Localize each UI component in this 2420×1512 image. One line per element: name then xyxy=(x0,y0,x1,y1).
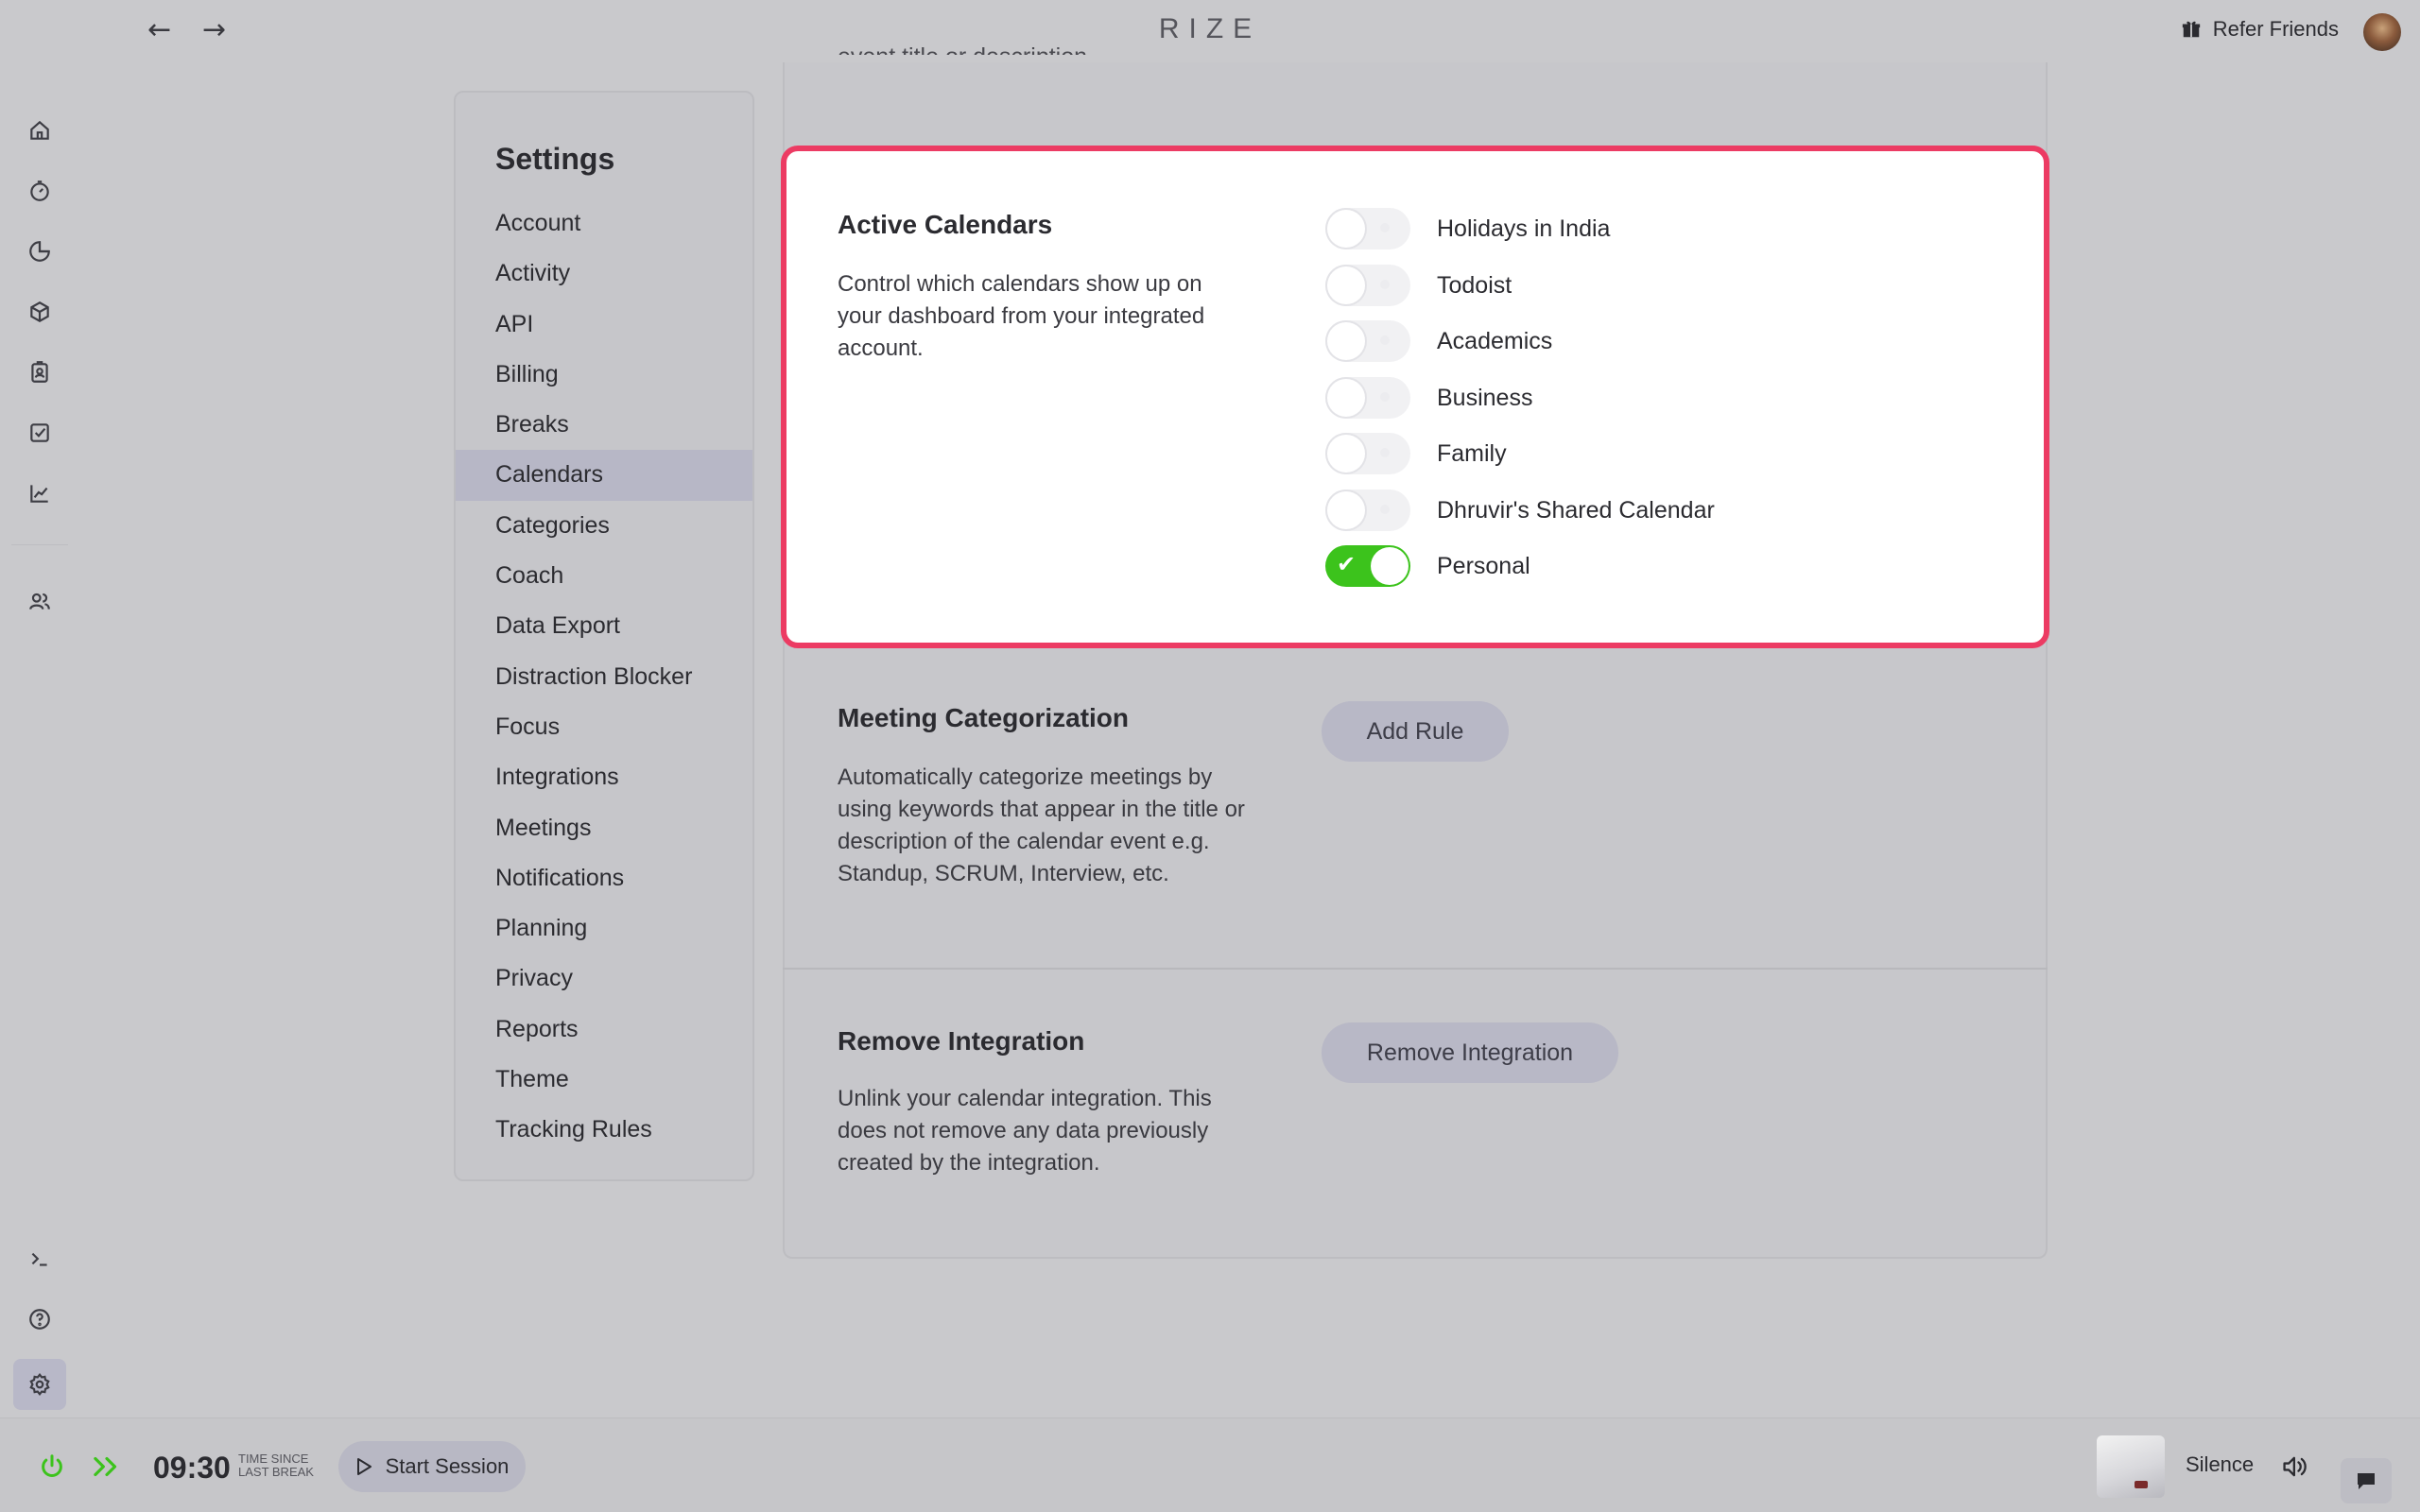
pie-chart-icon[interactable] xyxy=(21,232,59,270)
settings-item-theme[interactable]: Theme xyxy=(456,1055,752,1105)
calendar-row: Todoist xyxy=(1325,265,1512,306)
calendar-toggle-todoist[interactable] xyxy=(1325,265,1410,306)
add-rule-button[interactable]: Add Rule xyxy=(1322,701,1509,762)
home-icon[interactable] xyxy=(21,112,59,149)
break-timer: 09:30 xyxy=(153,1451,231,1485)
app-logo: RIZE xyxy=(1158,13,1262,44)
settings-title: Settings xyxy=(495,142,615,176)
settings-item-categories[interactable]: Categories xyxy=(456,501,752,551)
team-icon[interactable] xyxy=(21,582,59,620)
settings-item-distraction-blocker[interactable]: Distraction Blocker xyxy=(456,652,752,702)
refer-friends-label: Refer Friends xyxy=(2212,17,2339,41)
time-caption-line-2: LAST BREAK xyxy=(238,1465,314,1479)
sound-label: Silence xyxy=(2186,1452,2255,1476)
remove-integration-description: Unlink your calendar integration. This d… xyxy=(838,1086,1212,1176)
calendar-toggle-academics[interactable] xyxy=(1325,320,1410,362)
settings-nav-list: Account Activity API Billing Breaks Cale… xyxy=(456,198,752,1156)
soundscape-thumbnail[interactable] xyxy=(2097,1435,2165,1498)
power-icon[interactable] xyxy=(38,1452,66,1481)
calendar-label: Dhruvir's Shared Calendar xyxy=(1437,496,1715,524)
skip-forward-icon[interactable] xyxy=(91,1452,123,1481)
badge-icon[interactable] xyxy=(21,353,59,391)
settings-item-privacy[interactable]: Privacy xyxy=(456,954,752,1004)
bottom-bar: 09:30 TIME SINCE LAST BREAK Start Sessio… xyxy=(0,1418,2420,1512)
settings-item-billing[interactable]: Billing xyxy=(456,350,752,400)
time-caption: TIME SINCE LAST BREAK xyxy=(238,1452,314,1479)
user-avatar[interactable] xyxy=(2363,13,2401,51)
line-chart-icon[interactable] xyxy=(21,474,59,512)
checkbox-icon[interactable] xyxy=(21,414,59,452)
cube-icon[interactable] xyxy=(21,293,59,331)
calendar-row: Family xyxy=(1325,433,1507,474)
forward-arrow-icon[interactable]: → xyxy=(202,13,226,46)
calendar-row: Academics xyxy=(1325,320,1552,362)
gift-icon xyxy=(2182,21,2200,38)
meeting-categorization-title: Meeting Categorization xyxy=(838,703,1130,732)
active-calendars-title: Active Calendars xyxy=(838,210,1053,239)
settings-item-focus[interactable]: Focus xyxy=(456,702,752,752)
settings-item-breaks[interactable]: Breaks xyxy=(456,400,752,450)
top-bar: ← → RIZE Refer Friends xyxy=(0,0,2420,62)
settings-item-api[interactable]: API xyxy=(456,300,752,350)
chat-button[interactable] xyxy=(2341,1458,2392,1503)
calendar-toggle-holidays[interactable] xyxy=(1325,208,1410,249)
checkmark-icon: ✔ xyxy=(1337,551,1357,577)
meeting-categorization-description: Automatically categorize meetings by usi… xyxy=(838,765,1245,886)
settings-item-calendars[interactable]: Calendars xyxy=(456,450,752,501)
back-arrow-icon[interactable]: ← xyxy=(147,13,171,46)
help-icon[interactable] xyxy=(21,1300,59,1338)
calendar-toggle-family[interactable] xyxy=(1325,433,1410,474)
terminal-icon[interactable] xyxy=(21,1240,59,1278)
rail-divider xyxy=(11,544,68,545)
section-divider xyxy=(783,968,2048,970)
play-icon xyxy=(356,1458,372,1475)
calendar-row: Holidays in India xyxy=(1325,208,1610,249)
calendar-row: Dhruvir's Shared Calendar xyxy=(1325,490,1715,531)
calendar-label: Personal xyxy=(1437,552,1530,579)
calendar-toggle-business[interactable] xyxy=(1325,377,1410,419)
remove-integration-button[interactable]: Remove Integration xyxy=(1322,1022,1618,1083)
settings-item-planning[interactable]: Planning xyxy=(456,903,752,954)
settings-item-meetings[interactable]: Meetings xyxy=(456,803,752,853)
calendar-label: Business xyxy=(1437,384,1533,411)
chat-icon xyxy=(2358,1473,2375,1489)
calendar-label: Academics xyxy=(1437,327,1553,354)
settings-item-tracking-rules[interactable]: Tracking Rules xyxy=(456,1105,752,1155)
calendar-label: Todoist xyxy=(1437,271,1512,299)
calendar-label: Family xyxy=(1437,439,1507,467)
settings-item-reports[interactable]: Reports xyxy=(456,1005,752,1055)
active-calendars-description: Control which calendars show up on your … xyxy=(838,271,1205,361)
calendar-toggle-personal[interactable]: ✔ xyxy=(1325,545,1410,587)
start-session-button[interactable]: Start Session xyxy=(338,1441,526,1492)
calendar-label: Holidays in India xyxy=(1437,215,1611,242)
remove-integration-title: Remove Integration xyxy=(838,1026,1085,1056)
settings-item-notifications[interactable]: Notifications xyxy=(456,853,752,903)
settings-item-account[interactable]: Account xyxy=(456,198,752,249)
settings-sidebar: Settings Account Activity API Billing Br… xyxy=(454,91,754,1181)
calendar-toggle-shared[interactable] xyxy=(1325,490,1410,531)
active-calendars-section: Active Calendars Control which calendars… xyxy=(781,146,2049,648)
settings-gear-icon[interactable] xyxy=(13,1359,66,1410)
calendar-row: ✔ Personal xyxy=(1325,545,1530,587)
settings-item-data-export[interactable]: Data Export xyxy=(456,601,752,651)
settings-item-coach[interactable]: Coach xyxy=(456,551,752,601)
left-rail xyxy=(0,62,81,1418)
settings-item-integrations[interactable]: Integrations xyxy=(456,752,752,802)
calendar-row: Business xyxy=(1325,377,1532,419)
volume-icon[interactable] xyxy=(2280,1452,2310,1481)
refer-friends-button[interactable]: Refer Friends xyxy=(2181,17,2339,42)
start-session-label: Start Session xyxy=(385,1454,510,1478)
settings-item-activity[interactable]: Activity xyxy=(456,249,752,299)
timer-icon[interactable] xyxy=(21,172,59,210)
time-caption-line-1: TIME SINCE xyxy=(238,1452,309,1466)
